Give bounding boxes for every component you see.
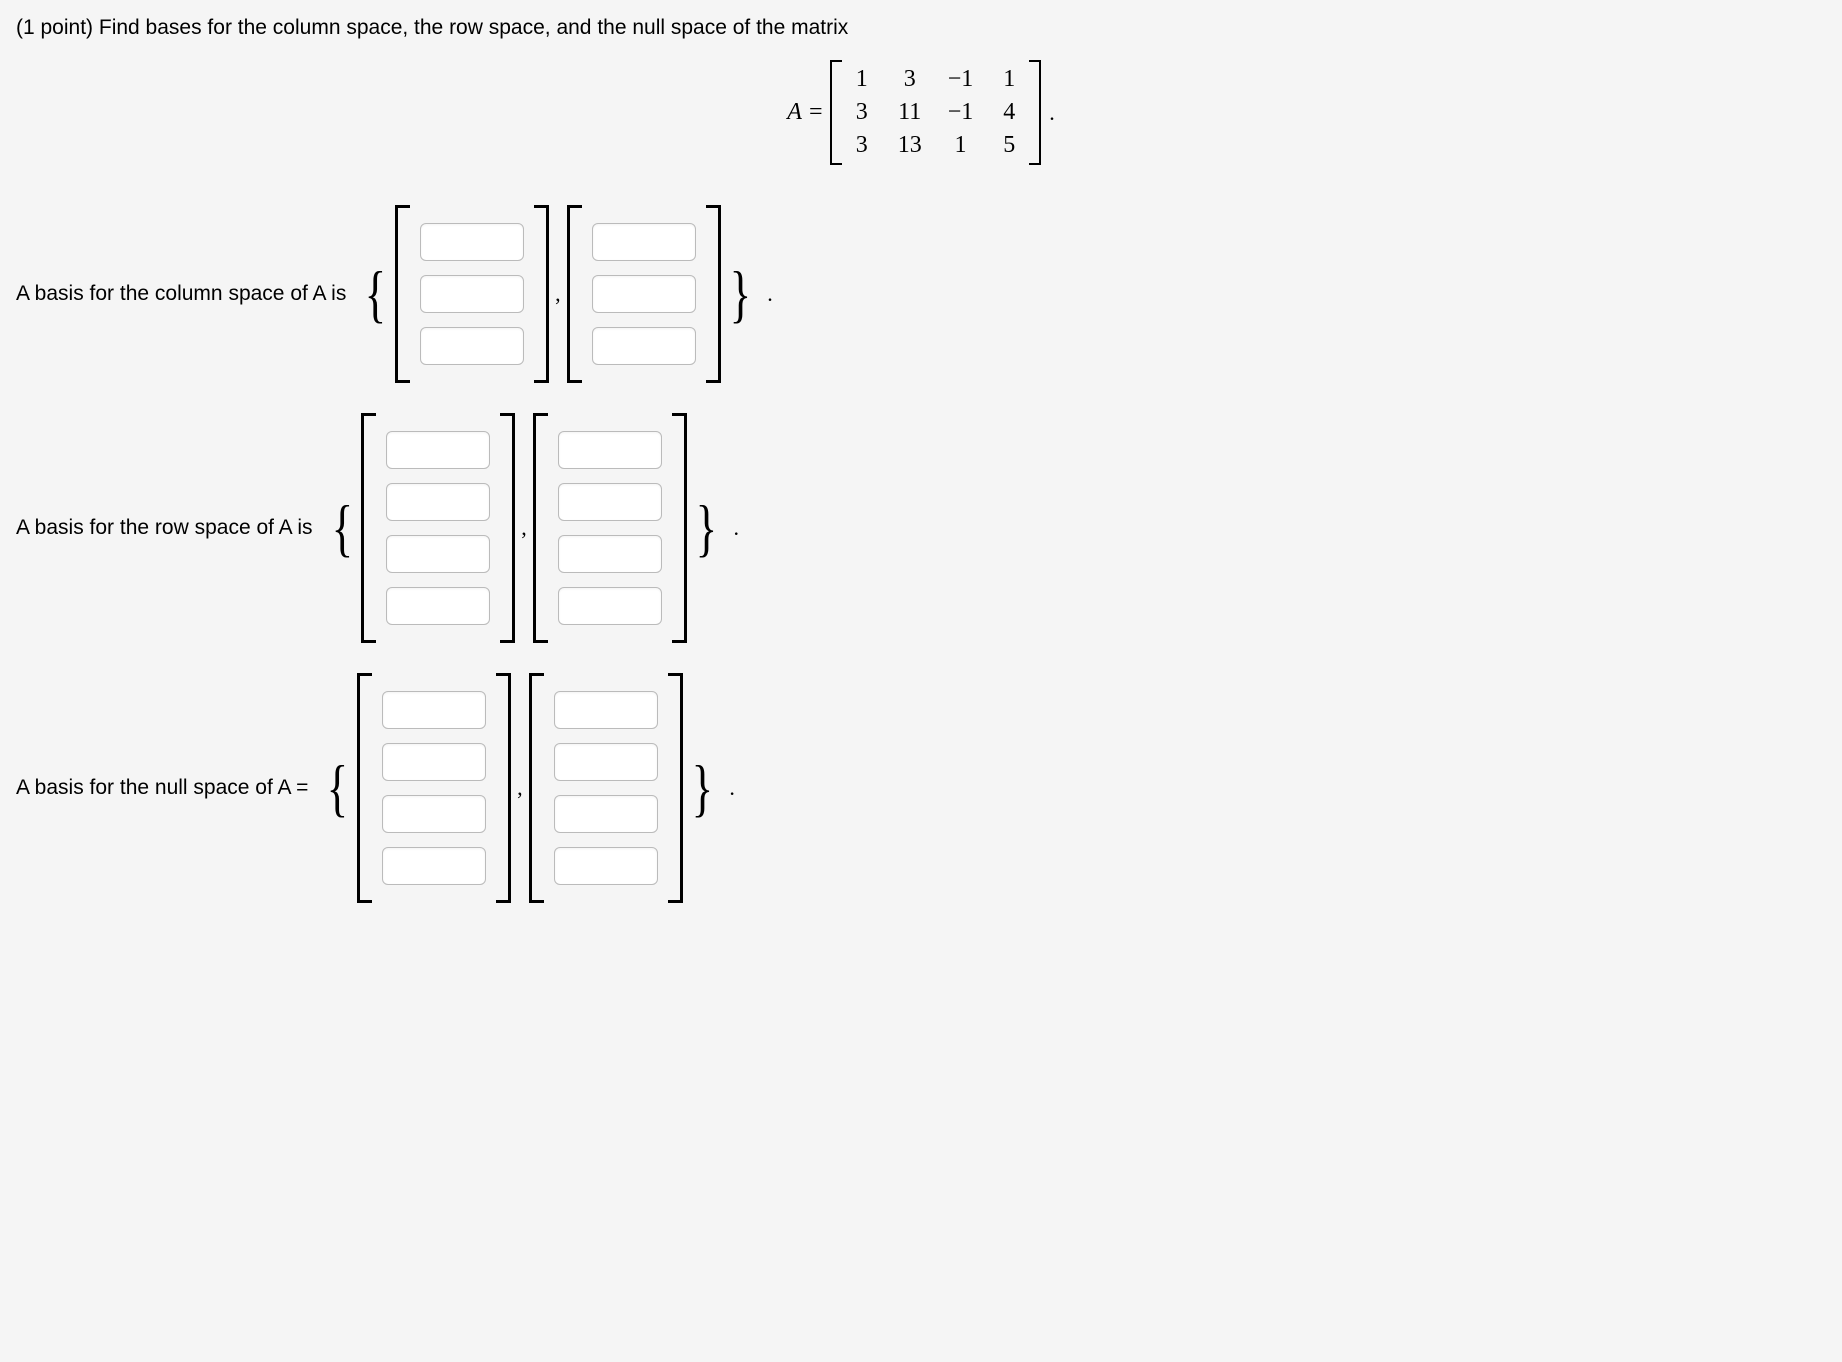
bracket-right [534, 205, 549, 383]
points-label: (1 point) [16, 16, 99, 39]
cell: 5 [999, 132, 1019, 159]
bracket-left [361, 413, 376, 643]
cell: 1 [948, 132, 974, 159]
col-v2-r2-input[interactable] [592, 275, 696, 313]
row-space-answer: A basis for the row space of A is { , [16, 413, 1826, 643]
matrix-lhs: A = [787, 99, 823, 126]
period: . [729, 775, 735, 801]
row-space-label: A basis for the row space of A is [16, 516, 313, 540]
null-vector-1 [357, 673, 511, 903]
bracket-right [672, 413, 687, 643]
col-v1-r3-input[interactable] [420, 327, 524, 365]
matrix-period: . [1049, 100, 1055, 126]
row-v2-r4-input[interactable] [558, 587, 662, 625]
cell: −1 [948, 66, 974, 93]
cell: 1 [852, 66, 872, 93]
row-v2-r2-input[interactable] [558, 483, 662, 521]
column-vector-2 [567, 205, 721, 383]
col-v1-r2-input[interactable] [420, 275, 524, 313]
bracket-left [357, 673, 372, 903]
cell: 13 [898, 132, 922, 159]
null-space-answer: A basis for the null space of A = { , [16, 673, 1826, 903]
row-v2-r1-input[interactable] [558, 431, 662, 469]
column-space-label: A basis for the column space of A is [16, 282, 346, 306]
cell: 3 [852, 132, 872, 159]
null-v2-r2-input[interactable] [554, 743, 658, 781]
null-v1-r3-input[interactable] [382, 795, 486, 833]
row-v1-r3-input[interactable] [386, 535, 490, 573]
null-space-label: A basis for the null space of A = [16, 776, 308, 800]
bracket-right [668, 673, 683, 903]
matrix-definition: A = 1 3 −1 1 3 11 −1 4 3 13 1 5 . [16, 60, 1826, 165]
period: . [733, 515, 739, 541]
col-v2-r3-input[interactable] [592, 327, 696, 365]
problem-statement: (1 point) Find bases for the column spac… [16, 16, 1826, 40]
bracket-right [706, 205, 721, 383]
null-v2-r1-input[interactable] [554, 691, 658, 729]
comma: , [521, 515, 527, 541]
bracket-right [1029, 60, 1041, 165]
cell: 11 [898, 99, 922, 126]
matrix-A: 1 3 −1 1 3 11 −1 4 3 13 1 5 [830, 60, 1042, 165]
row-v2-r3-input[interactable] [558, 535, 662, 573]
comma: , [555, 281, 561, 307]
row-v1-r1-input[interactable] [386, 431, 490, 469]
bracket-left [567, 205, 582, 383]
cell: −1 [948, 99, 974, 126]
null-v2-r4-input[interactable] [554, 847, 658, 885]
matrix-cells: 1 3 −1 1 3 11 −1 4 3 13 1 5 [842, 60, 1030, 165]
bracket-left [533, 413, 548, 643]
column-vector-1 [395, 205, 549, 383]
bracket-right [500, 413, 515, 643]
problem-text: Find bases for the column space, the row… [99, 16, 848, 39]
null-v1-r1-input[interactable] [382, 691, 486, 729]
bracket-left [529, 673, 544, 903]
comma: , [517, 775, 523, 801]
col-v1-r1-input[interactable] [420, 223, 524, 261]
null-v1-r2-input[interactable] [382, 743, 486, 781]
row-v1-r4-input[interactable] [386, 587, 490, 625]
column-space-answer: A basis for the column space of A is { ,… [16, 205, 1826, 383]
row-v1-r2-input[interactable] [386, 483, 490, 521]
period: . [767, 281, 773, 307]
cell: 1 [999, 66, 1019, 93]
bracket-right [496, 673, 511, 903]
null-v1-r4-input[interactable] [382, 847, 486, 885]
cell: 3 [852, 99, 872, 126]
null-vector-2 [529, 673, 683, 903]
null-v2-r3-input[interactable] [554, 795, 658, 833]
cell: 4 [999, 99, 1019, 126]
row-vector-1 [361, 413, 515, 643]
row-vector-2 [533, 413, 687, 643]
bracket-left [395, 205, 410, 383]
bracket-left [830, 60, 842, 165]
cell: 3 [898, 66, 922, 93]
col-v2-r1-input[interactable] [592, 223, 696, 261]
